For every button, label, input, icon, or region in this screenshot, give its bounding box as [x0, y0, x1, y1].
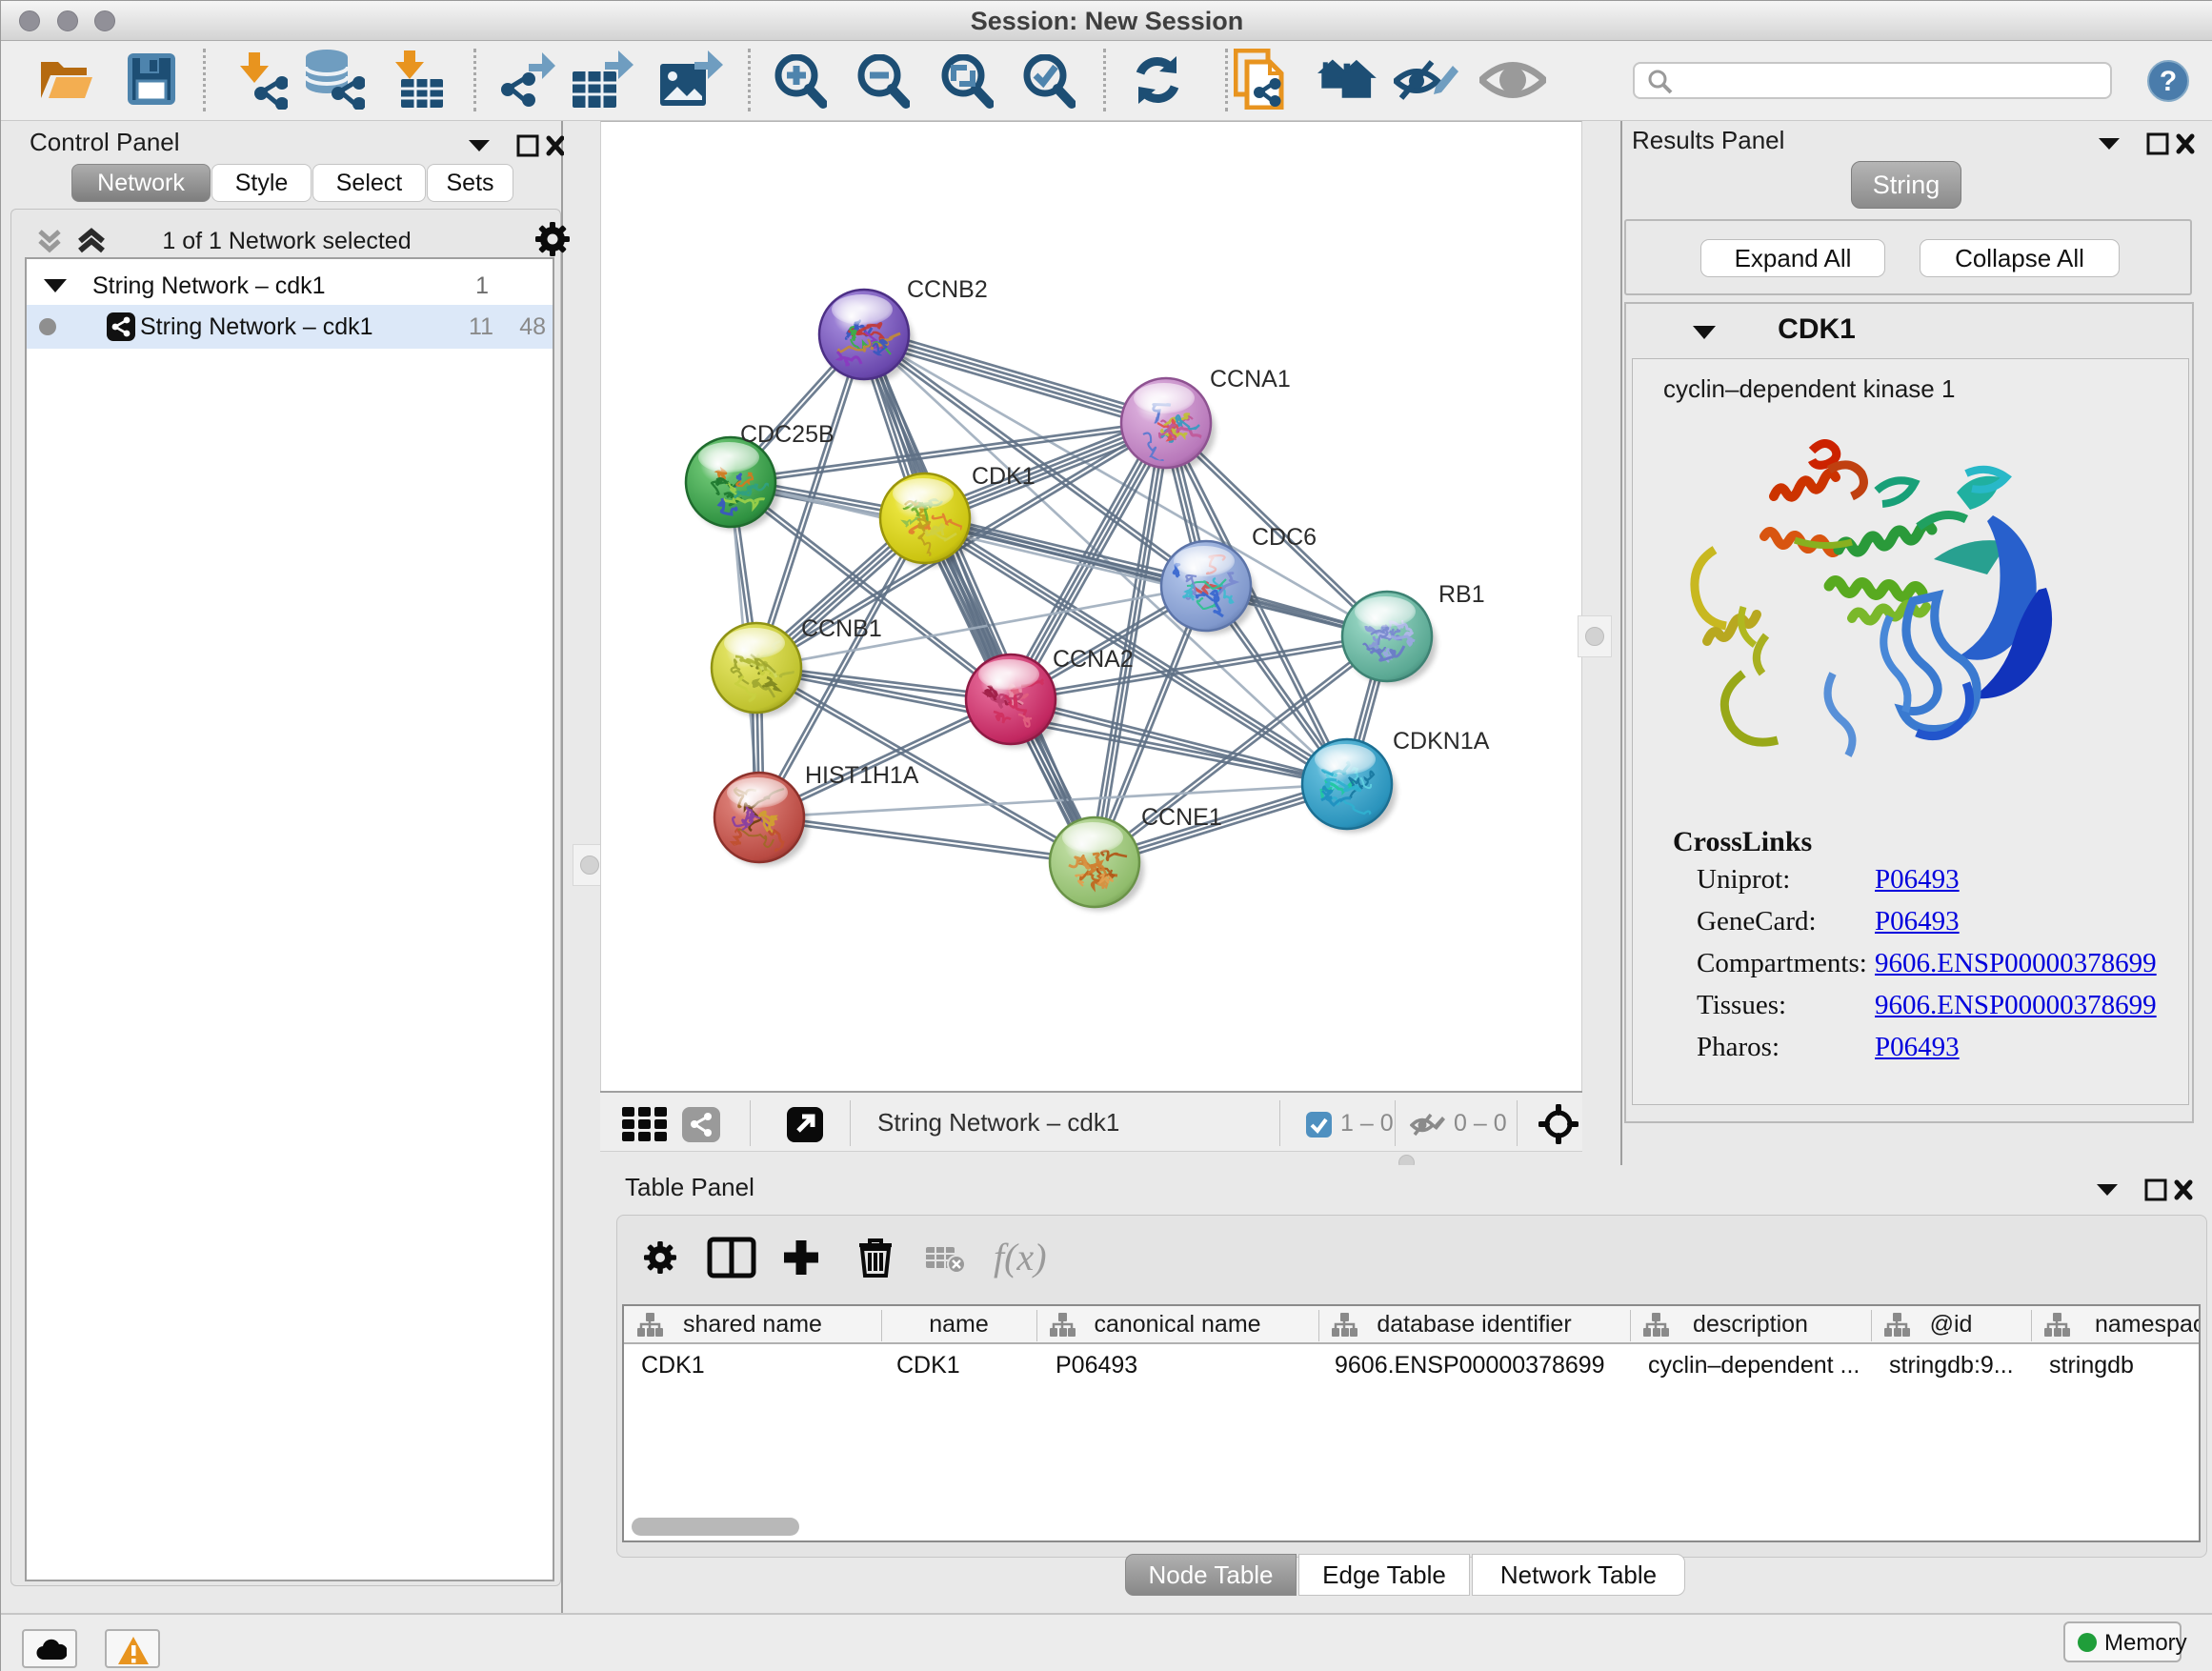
svg-text:?: ? — [2160, 66, 2177, 97]
svg-text:CDK1: CDK1 — [972, 463, 1036, 490]
svg-text:CCNE1: CCNE1 — [1141, 804, 1222, 831]
svg-text:CCNA1: CCNA1 — [1210, 366, 1291, 393]
svg-text:CCNB1: CCNB1 — [801, 615, 882, 642]
svg-text:f(x): f(x) — [994, 1236, 1047, 1278]
svg-text:CDKN1A: CDKN1A — [1393, 728, 1490, 755]
svg-text:HIST1H1A: HIST1H1A — [805, 762, 919, 789]
svg-text:CDC25B: CDC25B — [740, 421, 835, 448]
svg-text:RB1: RB1 — [1438, 581, 1485, 608]
svg-text:CCNB2: CCNB2 — [907, 276, 988, 303]
svg-text:CCNA2: CCNA2 — [1053, 646, 1134, 673]
svg-text:CDC6: CDC6 — [1252, 524, 1317, 551]
